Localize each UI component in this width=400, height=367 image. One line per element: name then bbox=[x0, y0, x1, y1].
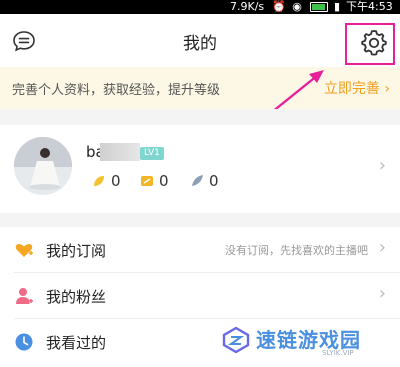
banner-text: 完善个人资料，获取经验，提升等级 bbox=[12, 83, 221, 98]
signal-icon: ▮ bbox=[333, 0, 341, 13]
alarm-icon: ⏰ bbox=[272, 0, 286, 13]
clock-time: 下午4:53 bbox=[346, 0, 393, 13]
watermark: 速链游戏园 SLYIK.VIP bbox=[222, 322, 380, 362]
header: 我的 bbox=[0, 14, 400, 67]
menu-item-subscriptions[interactable]: 我的订阅 没有订阅，先找喜欢的主播吧 › bbox=[0, 227, 400, 273]
menu-item-fans[interactable]: 我的粉丝 › bbox=[0, 273, 400, 319]
complete-now-label: 立即完善 bbox=[323, 81, 380, 97]
settings-button[interactable] bbox=[360, 28, 388, 56]
chevron-right-icon: › bbox=[384, 81, 390, 97]
complete-now-link[interactable]: 立即完善 › bbox=[324, 78, 390, 98]
stat-feathers-value: 0 bbox=[209, 172, 219, 190]
eye-icon: ◉ bbox=[292, 0, 302, 13]
network-speed: 7.9K/s bbox=[230, 0, 265, 13]
profile-completion-banner[interactable]: 完善个人资料，获取经验，提升等级 立即完善 › bbox=[0, 67, 400, 109]
ticket-icon bbox=[141, 176, 153, 186]
menu-item-label: 我的订阅 bbox=[46, 242, 107, 260]
chevron-right-icon: › bbox=[378, 155, 386, 176]
watermark-logo bbox=[222, 326, 250, 354]
avatar[interactable] bbox=[14, 137, 72, 195]
menu-item-label: 我看过的 bbox=[46, 334, 107, 352]
level-badge: LV1 bbox=[140, 147, 164, 160]
fans-icon bbox=[16, 288, 33, 304]
stat-coins-value: 0 bbox=[111, 172, 121, 190]
menu-item-label: 我的粉丝 bbox=[46, 288, 107, 306]
section-divider bbox=[0, 213, 400, 227]
gear-icon bbox=[361, 30, 387, 56]
profile-card[interactable]: ba LV1 0 0 0 › bbox=[0, 125, 400, 213]
menu-item-hint: 没有订阅，先找喜欢的主播吧 bbox=[225, 244, 368, 257]
feather-icon bbox=[192, 175, 203, 186]
heart-plus-icon bbox=[15, 243, 33, 257]
leaf-coin-icon bbox=[94, 176, 104, 186]
section-divider bbox=[0, 109, 400, 125]
battery-icon bbox=[310, 2, 328, 12]
chevron-right-icon: › bbox=[378, 237, 386, 258]
avatar-photo bbox=[14, 137, 72, 195]
username-blur-mask bbox=[100, 143, 140, 161]
stat-tickets-value: 0 bbox=[159, 172, 169, 190]
page-title: 我的 bbox=[183, 34, 217, 54]
status-bar: 7.9K/s ⏰ ◉ ▮ 下午4:53 bbox=[0, 0, 400, 14]
clock-icon bbox=[15, 333, 33, 351]
watermark-subtext: SLYIK.VIP bbox=[322, 349, 354, 357]
chevron-right-icon: › bbox=[378, 283, 386, 304]
